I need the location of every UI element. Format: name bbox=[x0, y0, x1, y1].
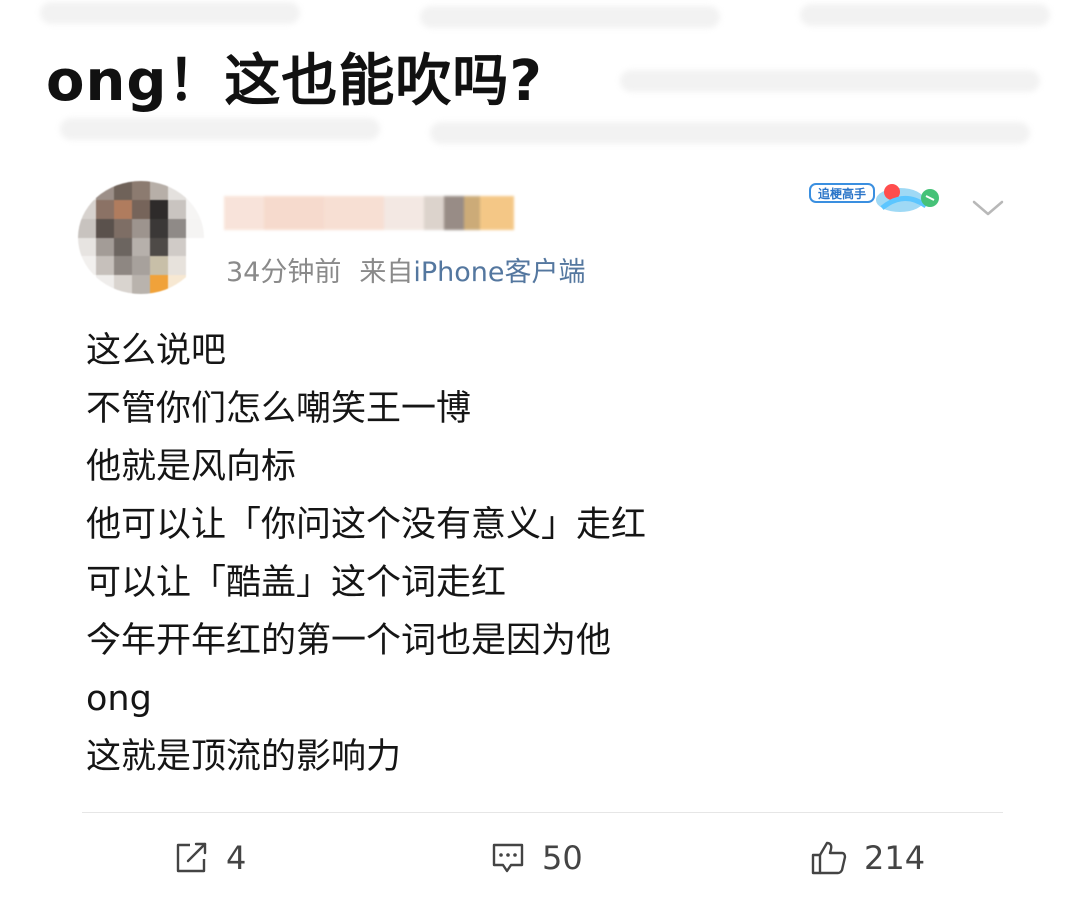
screenshot-page: ong！这也能吹吗? 34分钟前 来自iPhone客户端 追梗高手 这么说吧 不… bbox=[0, 0, 1084, 907]
action-bar: 4 50 214 bbox=[78, 830, 1008, 886]
comment-button[interactable]: 50 bbox=[490, 830, 583, 886]
post-line: ong bbox=[86, 679, 152, 719]
post-time: 34分钟前 bbox=[226, 257, 342, 288]
thumbs-up-icon bbox=[811, 841, 847, 875]
post-line: 今年开年红的第一个词也是因为他 bbox=[86, 621, 612, 661]
page-title: ong！这也能吹吗? bbox=[46, 49, 543, 114]
post-source[interactable]: iPhone客户端 bbox=[413, 257, 585, 288]
post-line: 他就是风向标 bbox=[86, 447, 297, 487]
source-prefix: 来自 bbox=[359, 257, 414, 288]
post-card: 34分钟前 来自iPhone客户端 追梗高手 这么说吧 不管你们怎么嘲笑王一博 他… bbox=[78, 178, 1008, 907]
chevron-down-icon[interactable] bbox=[971, 196, 1005, 220]
avatar[interactable] bbox=[78, 181, 204, 294]
forward-count: 4 bbox=[226, 839, 247, 877]
forward-icon bbox=[176, 842, 207, 873]
badge-sticker-icon: 追梗高手 bbox=[809, 183, 939, 212]
post-meta: 34分钟前 来自iPhone客户端 bbox=[226, 250, 586, 289]
post-line: 可以让「酷盖」这个词走红 bbox=[86, 563, 507, 603]
username-blurred[interactable] bbox=[224, 196, 514, 230]
post-line: 这么说吧 bbox=[86, 331, 227, 371]
post-body: 这么说吧 不管你们怎么嘲笑王一博 他就是风向标 他可以让「你问这个没有意义」走红… bbox=[86, 322, 646, 786]
badge-text: 追梗高手 bbox=[818, 186, 866, 201]
comment-icon bbox=[492, 843, 524, 873]
post-line: 不管你们怎么嘲笑王一博 bbox=[86, 389, 472, 429]
like-button[interactable]: 214 bbox=[810, 830, 925, 886]
post-line: 这就是顶流的影响力 bbox=[86, 737, 402, 777]
like-count: 214 bbox=[864, 839, 926, 877]
post-line: 他可以让「你问这个没有意义」走红 bbox=[86, 505, 647, 545]
divider bbox=[82, 812, 1003, 813]
comment-count: 50 bbox=[542, 839, 583, 877]
forward-button[interactable]: 4 bbox=[174, 830, 246, 886]
